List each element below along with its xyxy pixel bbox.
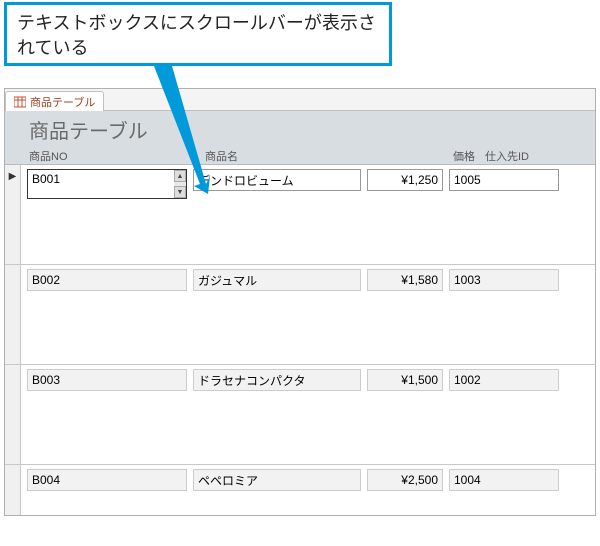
callout-annotation: テキストボックスにスクロールバーが表示されている (4, 2, 392, 66)
row-selector[interactable]: ▶ (5, 165, 21, 264)
price-field[interactable]: ¥1,580 (367, 269, 443, 291)
row-selector[interactable] (5, 465, 21, 515)
table-icon (14, 96, 26, 108)
records-area: ▶ B001 ▲ ▼ デンドロビューム ¥1,250 (5, 165, 595, 515)
table-row: B002 ガジュマル ¥1,580 1003 (5, 265, 595, 365)
form-title: 商品テーブル (29, 115, 585, 144)
product-name-field[interactable]: ガジュマル (193, 269, 361, 291)
price-field[interactable]: ¥1,500 (367, 369, 443, 391)
scroll-down-icon[interactable]: ▼ (174, 186, 186, 198)
price-value: ¥1,580 (401, 273, 438, 287)
col-header-price: 価格 (415, 148, 485, 164)
textbox-scrollbar[interactable]: ▲ ▼ (174, 170, 186, 198)
supplier-value: 1004 (454, 473, 481, 487)
table-row: B003 ドラセナコンパクタ ¥1,500 1002 (5, 365, 595, 465)
product-no-value: B004 (32, 473, 60, 487)
scroll-up-icon[interactable]: ▲ (174, 170, 186, 182)
col-header-supplier: 仕入先ID (485, 148, 575, 164)
form-window: 商品テーブル 商品テーブル 商品NO 商品名 価格 仕入先ID ▶ B001 (4, 88, 596, 516)
row-selector[interactable] (5, 365, 21, 464)
product-no-field[interactable]: B002 (27, 269, 187, 291)
price-value: ¥1,500 (401, 373, 438, 387)
table-row: ▶ B001 ▲ ▼ デンドロビューム ¥1,250 (5, 165, 595, 265)
product-name-field[interactable]: ドラセナコンパクタ (193, 369, 361, 391)
product-name-value: デンドロビューム (198, 172, 294, 189)
form-header: 商品テーブル 商品NO 商品名 価格 仕入先ID (5, 111, 595, 165)
col-header-no: 商品NO (29, 148, 205, 164)
product-name-value: ドラセナコンパクタ (198, 372, 306, 389)
product-name-field[interactable]: デンドロビューム (193, 169, 361, 191)
product-no-value: B003 (32, 373, 60, 387)
product-no-field[interactable]: B003 (27, 369, 187, 391)
supplier-field[interactable]: 1002 (449, 369, 559, 391)
current-marker-icon: ▶ (9, 171, 17, 182)
product-name-value: ガジュマル (198, 272, 257, 289)
tab-bar: 商品テーブル (5, 89, 595, 111)
product-no-value: B002 (32, 273, 60, 287)
supplier-value: 1005 (454, 173, 481, 187)
supplier-field[interactable]: 1005 (449, 169, 559, 191)
price-field[interactable]: ¥2,500 (367, 469, 443, 491)
product-name-field[interactable]: ペペロミア (193, 469, 361, 491)
product-no-value: B001 (32, 172, 60, 186)
column-headers: 商品NO 商品名 価格 仕入先ID (29, 148, 585, 164)
col-header-name: 商品名 (205, 148, 415, 164)
supplier-value: 1002 (454, 373, 481, 387)
supplier-value: 1003 (454, 273, 481, 287)
table-row: B004 ペペロミア ¥2,500 1004 (5, 465, 595, 515)
supplier-field[interactable]: 1004 (449, 469, 559, 491)
tab-label: 商品テーブル (30, 94, 95, 110)
callout-text: テキストボックスにスクロールバーが表示されている (17, 13, 376, 58)
product-no-field[interactable]: B004 (27, 469, 187, 491)
product-name-value: ペペロミア (198, 472, 258, 489)
product-no-field[interactable]: B001 (27, 169, 187, 199)
price-value: ¥1,250 (401, 173, 438, 187)
tab-product-table[interactable]: 商品テーブル (5, 91, 104, 111)
price-field[interactable]: ¥1,250 (367, 169, 443, 191)
row-selector[interactable] (5, 265, 21, 364)
supplier-field[interactable]: 1003 (449, 269, 559, 291)
price-value: ¥2,500 (401, 473, 438, 487)
